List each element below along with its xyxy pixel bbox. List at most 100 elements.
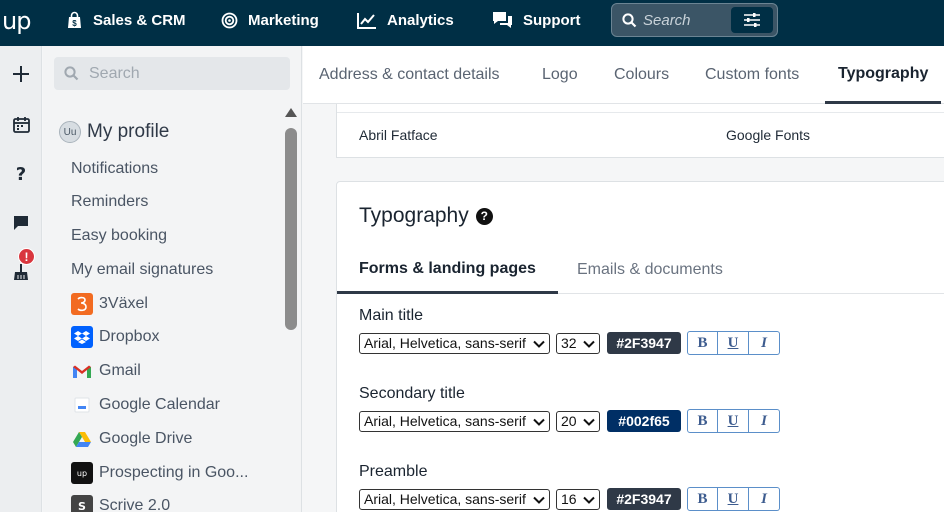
color-swatch[interactable]: #2F3947 — [607, 332, 681, 354]
sidebar-item-label: Reminders — [71, 193, 149, 210]
tab-logo[interactable]: Logo — [542, 46, 578, 104]
help-icon[interactable]: ? — [475, 207, 493, 225]
underline-button[interactable]: U — [718, 409, 749, 433]
typography-title: Typography — [359, 204, 469, 227]
nav-support[interactable]: Support — [492, 0, 581, 40]
sidebar-item-label: Dropbox — [99, 328, 160, 345]
chevron-down-icon — [533, 496, 545, 504]
sidebar-item-label: Gmail — [99, 362, 141, 379]
italic-button[interactable]: I — [749, 487, 780, 511]
chevron-down-icon — [583, 418, 595, 426]
chevron-down-icon — [583, 340, 595, 348]
scroll-thumb[interactable] — [285, 128, 297, 330]
sidebar-item-google-calendar[interactable]: Google Calendar — [71, 393, 220, 417]
select-value: 32 — [561, 335, 577, 351]
font-family-select[interactable]: Arial, Helvetica, sans-serif — [359, 332, 550, 354]
google-drive-icon — [71, 428, 93, 450]
chevron-down-icon — [533, 418, 545, 426]
sidebar-item-reminders[interactable]: Reminders — [71, 190, 148, 214]
nav-label: Support — [523, 11, 581, 29]
nav-sales-crm[interactable]: $ Sales & CRM — [66, 0, 186, 40]
sidebar-item-gmail[interactable]: Gmail — [71, 359, 141, 383]
sidebar-search-input[interactable]: Search — [54, 57, 290, 90]
prospecting-icon: up — [71, 462, 93, 484]
scrive-icon: S — [71, 495, 93, 512]
font-size-select[interactable]: 16 — [556, 488, 600, 510]
search-icon — [64, 66, 79, 81]
dropbox-icon — [71, 326, 93, 348]
app-logo[interactable]: up — [2, 7, 31, 35]
secondary-title-controls: Arial, Helvetica, sans-serif 20 #002f65 … — [359, 409, 780, 433]
google-calendar-icon — [71, 394, 93, 416]
field-label-secondary-title: Secondary title — [359, 385, 465, 402]
section-title: Typography ? — [359, 204, 493, 228]
svg-text:$: $ — [72, 19, 77, 28]
settings-tabs: Address & contact details Logo Colours C… — [303, 46, 944, 104]
underline-button[interactable]: U — [718, 331, 749, 355]
tab-address-contact[interactable]: Address & contact details — [319, 46, 500, 104]
subtab-emails-documents[interactable]: Emails & documents — [577, 246, 723, 294]
sidebar-item-prospecting[interactable]: up Prospecting in Goo... — [71, 461, 248, 485]
sidebar-item-scrive[interactable]: S Scrive 2.0 — [71, 494, 170, 512]
scroll-up-arrow-icon[interactable] — [285, 108, 297, 117]
sidebar-item-label: Easy booking — [71, 227, 168, 244]
sidebar-item-label: Notifications — [71, 160, 159, 177]
font-size-select[interactable]: 32 — [556, 332, 600, 354]
rail-help-button[interactable]: ? — [0, 153, 42, 193]
color-swatch[interactable]: #2F3947 — [607, 488, 681, 510]
field-label-main-title: Main title — [359, 307, 424, 324]
plus-icon — [13, 66, 29, 82]
rail-chat-button[interactable] — [0, 203, 42, 243]
nav-label: Analytics — [387, 11, 454, 29]
main-content: Address & contact details Logo Colours C… — [303, 46, 944, 512]
subtab-forms-landing[interactable]: Forms & landing pages — [337, 246, 558, 294]
sidebar-item-notifications[interactable]: Notifications — [71, 157, 158, 181]
select-value: Arial, Helvetica, sans-serif — [364, 413, 526, 429]
bold-button[interactable]: B — [687, 331, 718, 355]
sidebar-item-easy-booking[interactable]: Easy booking — [71, 224, 167, 248]
top-navigation: up $ Sales & CRM Marketing Analytics Sup… — [0, 0, 944, 46]
color-swatch[interactable]: #002f65 — [607, 410, 681, 432]
underline-button[interactable]: U — [718, 487, 749, 511]
sidebar-item-3vaxel[interactable]: 3Växel — [71, 292, 148, 316]
sidebar-scrollbar[interactable] — [282, 104, 300, 512]
alert-badge: ! — [18, 248, 35, 265]
analytics-icon — [357, 12, 376, 29]
nav-marketing[interactable]: Marketing — [221, 0, 319, 40]
field-label-preamble: Preamble — [359, 463, 428, 480]
typography-subtabs: Forms & landing pages Emails & documents — [337, 246, 944, 294]
tab-typography[interactable]: Typography — [825, 46, 942, 104]
italic-button[interactable]: I — [749, 331, 780, 355]
sidebar-section-my-profile[interactable]: Uu My profile — [59, 121, 169, 143]
font-size-select[interactable]: 20 — [556, 410, 600, 432]
sidebar-item-email-signatures[interactable]: My email signatures — [71, 258, 213, 282]
font-family-select[interactable]: Arial, Helvetica, sans-serif — [359, 410, 550, 432]
nav-analytics[interactable]: Analytics — [357, 0, 454, 40]
svg-text:?: ? — [16, 164, 26, 182]
broom-icon — [14, 264, 28, 280]
chevron-down-icon — [583, 496, 595, 504]
tab-colours[interactable]: Colours — [614, 46, 669, 104]
rail-add-button[interactable] — [0, 54, 42, 94]
icon-rail: ? ! — [0, 46, 42, 512]
bold-button[interactable]: B — [687, 409, 718, 433]
gmail-icon — [71, 360, 93, 382]
typography-card: Typography ? Forms & landing pages Email… — [336, 181, 944, 512]
rail-calendar-button[interactable] — [0, 104, 42, 144]
sliders-icon — [744, 13, 760, 27]
italic-button[interactable]: I — [749, 409, 780, 433]
tab-custom-fonts[interactable]: Custom fonts — [705, 46, 799, 104]
sidebar-item-label: Prospecting in Goo... — [99, 464, 249, 481]
sidebar-item-google-drive[interactable]: Google Drive — [71, 427, 192, 451]
font-family-select[interactable]: Arial, Helvetica, sans-serif — [359, 488, 550, 510]
svg-text:S: S — [78, 500, 86, 512]
bold-button[interactable]: B — [687, 487, 718, 511]
nav-label: Marketing — [248, 11, 319, 29]
sidebar-item-dropbox[interactable]: Dropbox — [71, 325, 159, 349]
rail-notifications-button[interactable]: ! — [0, 248, 42, 292]
search-filter-button[interactable] — [731, 7, 773, 33]
select-value: Arial, Helvetica, sans-serif — [364, 491, 526, 507]
avatar: Uu — [59, 121, 81, 143]
profile-label: My profile — [87, 121, 170, 142]
global-search[interactable]: Search — [611, 3, 778, 37]
